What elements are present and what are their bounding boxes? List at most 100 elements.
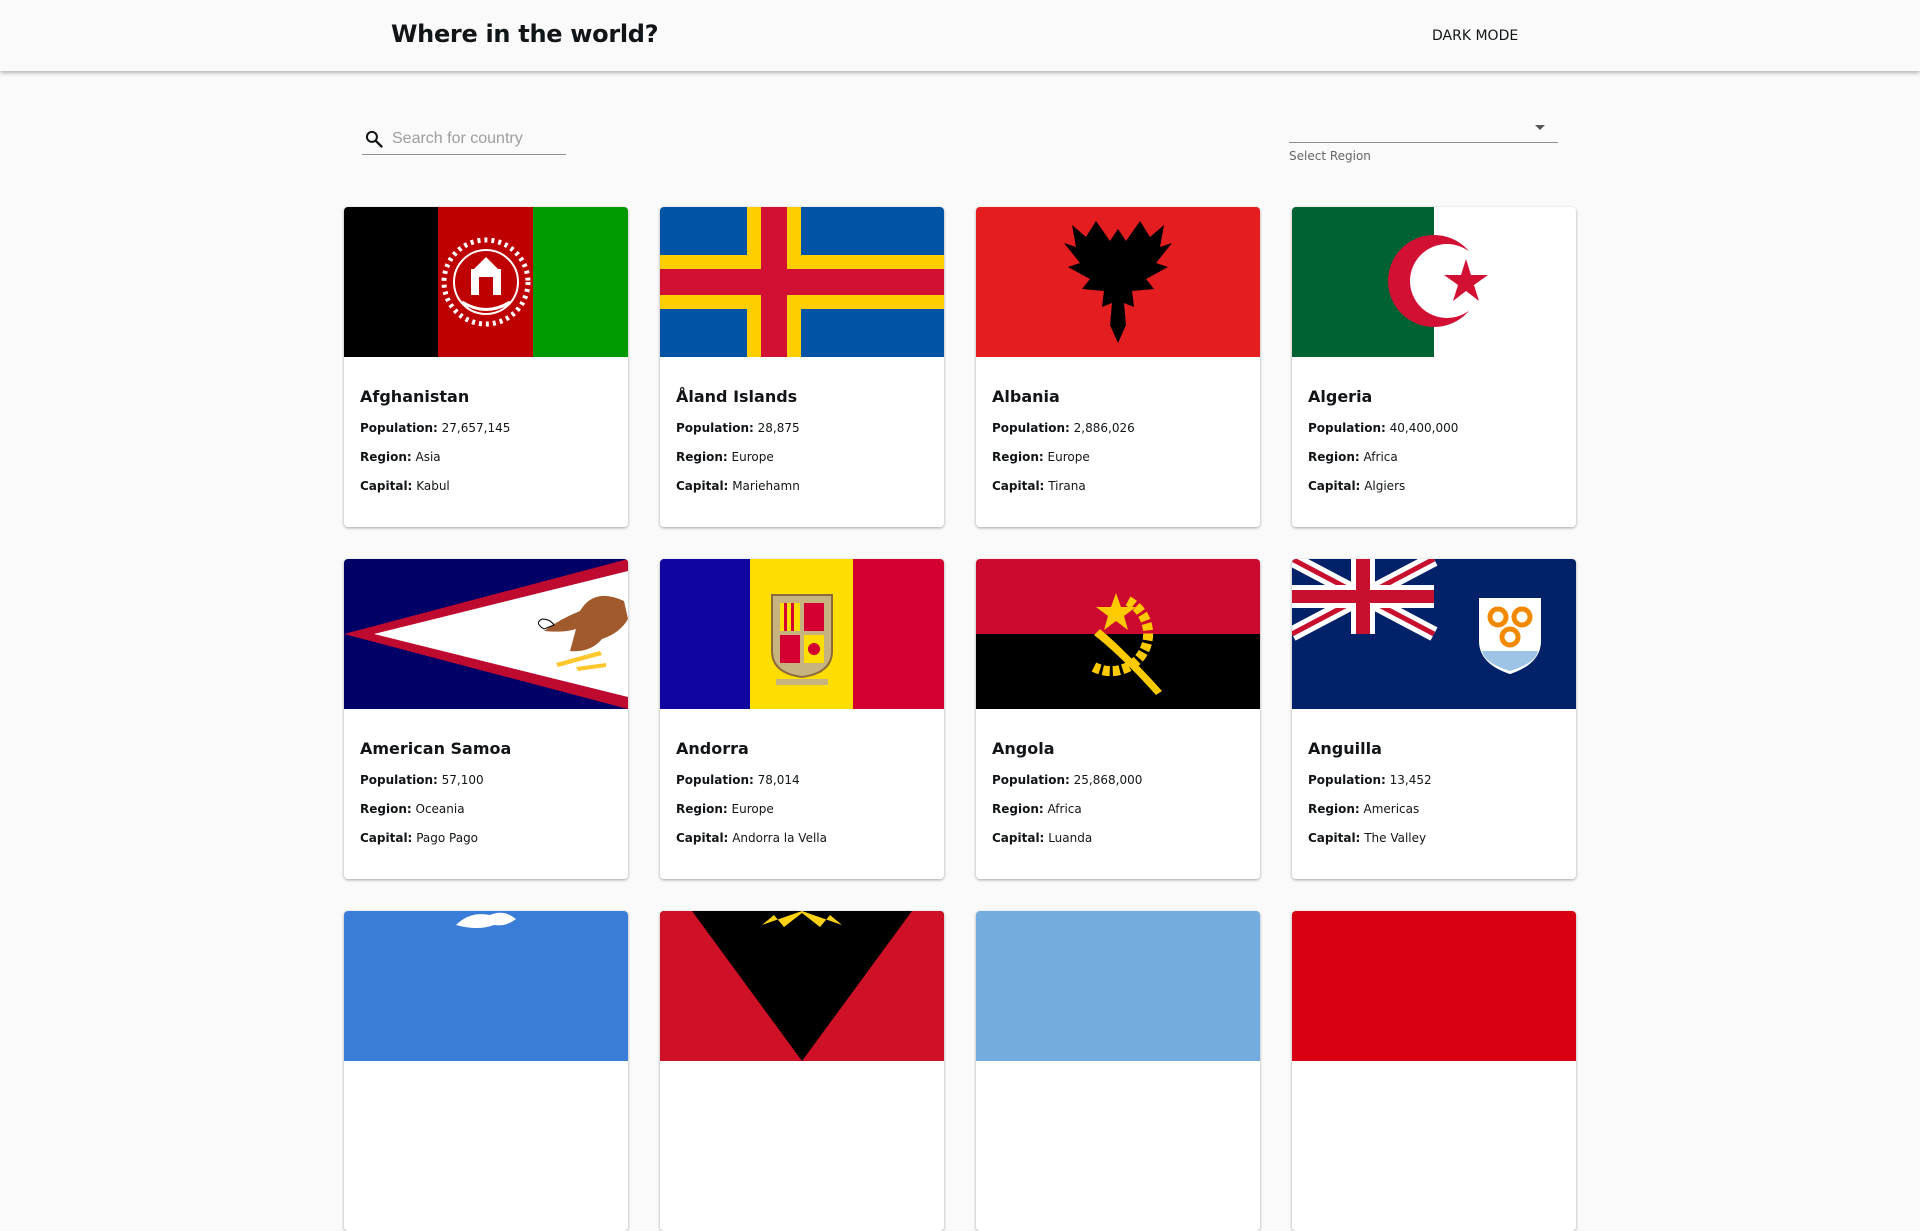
capital-label: Capital: — [676, 479, 729, 493]
flag-image — [660, 911, 944, 1061]
region-select[interactable] — [1289, 113, 1558, 143]
country-name: Andorra — [676, 739, 749, 758]
country-name: Algeria — [1308, 387, 1373, 406]
dark-mode-toggle[interactable]: DARK MODE — [1413, 25, 1518, 47]
search-icon — [365, 130, 383, 148]
country-card[interactable] — [976, 911, 1260, 1231]
country-card[interactable]: American Samoa Population: 57,100 Region… — [344, 559, 628, 879]
chevron-down-icon — [1535, 125, 1545, 130]
app-title: Where in the world? — [391, 20, 659, 48]
population-line: Population: 25,868,000 — [992, 773, 1244, 788]
region-line: Region: Europe — [992, 450, 1244, 465]
country-card[interactable] — [660, 911, 944, 1231]
capital-line: Capital: Algiers — [1308, 479, 1560, 494]
population-line: Population: 2,886,026 — [992, 421, 1244, 436]
region-value: Europe — [1047, 450, 1090, 464]
population-label: Population: — [992, 773, 1070, 787]
search-input[interactable] — [392, 130, 552, 148]
region-value: Europe — [731, 802, 774, 816]
dark-mode-label: DARK MODE — [1432, 28, 1519, 44]
population-value: 57,100 — [441, 773, 484, 787]
region-label: Region: — [992, 802, 1044, 816]
population-label: Population: — [1308, 421, 1386, 435]
population-label: Population: — [676, 773, 754, 787]
aland-flag — [660, 207, 944, 357]
region-label: Region: — [992, 450, 1044, 464]
population-label: Population: — [360, 421, 438, 435]
region-label: Region: — [676, 450, 728, 464]
capital-line: Capital: Kabul — [360, 479, 612, 494]
region-value: Africa — [1047, 802, 1082, 816]
albania-flag — [976, 207, 1260, 357]
region-label: Region: — [676, 802, 728, 816]
capital-value: Algiers — [1364, 479, 1406, 493]
country-name: Afghanistan — [360, 387, 470, 406]
country-card[interactable]: Algeria Population: 40,400,000 Region: A… — [1292, 207, 1576, 527]
region-label: Region: — [1308, 802, 1360, 816]
search-box — [362, 124, 566, 155]
capital-label: Capital: — [1308, 831, 1361, 845]
population-value: 28,875 — [757, 421, 800, 435]
capital-value: Kabul — [416, 479, 450, 493]
capital-label: Capital: — [992, 831, 1045, 845]
region-line: Region: Africa — [992, 802, 1244, 817]
capital-value: The Valley — [1364, 831, 1427, 845]
country-name: Albania — [992, 387, 1060, 406]
american-samoa-flag — [344, 559, 628, 709]
population-value: 2,886,026 — [1073, 421, 1135, 435]
population-label: Population: — [676, 421, 754, 435]
capital-value: Mariehamn — [732, 479, 800, 493]
angola-flag — [976, 559, 1260, 709]
population-label: Population: — [360, 773, 438, 787]
region-value: Americas — [1363, 802, 1420, 816]
country-card[interactable]: Åland Islands Population: 28,875 Region:… — [660, 207, 944, 527]
population-line: Population: 13,452 — [1308, 773, 1560, 788]
region-value: Asia — [415, 450, 441, 464]
country-card[interactable] — [344, 911, 628, 1231]
capital-line: Capital: Luanda — [992, 831, 1244, 846]
capital-value: Tirana — [1048, 479, 1086, 493]
capital-line: Capital: Tirana — [992, 479, 1244, 494]
capital-line: Capital: The Valley — [1308, 831, 1560, 846]
country-card[interactable]: Angola Population: 25,868,000 Region: Af… — [976, 559, 1260, 879]
region-line: Region: Americas — [1308, 802, 1560, 817]
afghanistan-flag — [344, 207, 628, 357]
population-value: 13,452 — [1389, 773, 1432, 787]
population-value: 25,868,000 — [1073, 773, 1143, 787]
country-card[interactable]: Anguilla Population: 13,452 Region: Amer… — [1292, 559, 1576, 879]
andorra-flag — [660, 559, 944, 709]
population-value: 40,400,000 — [1389, 421, 1459, 435]
capital-label: Capital: — [360, 479, 413, 493]
flag-image — [1292, 911, 1576, 1061]
population-line: Population: 27,657,145 — [360, 421, 612, 436]
capital-line: Capital: Andorra la Vella — [676, 831, 928, 846]
country-card[interactable]: Albania Population: 2,886,026 Region: Eu… — [976, 207, 1260, 527]
capital-label: Capital: — [992, 479, 1045, 493]
moon-icon — [1418, 27, 1427, 45]
region-value: Africa — [1363, 450, 1398, 464]
region-line: Region: Europe — [676, 450, 928, 465]
country-card[interactable]: Afghanistan Population: 27,657,145 Regio… — [344, 207, 628, 527]
region-label: Region: — [360, 450, 412, 464]
population-line: Population: 57,100 — [360, 773, 612, 788]
country-name: American Samoa — [360, 739, 512, 758]
region-line: Region: Africa — [1308, 450, 1560, 465]
country-name: Angola — [992, 739, 1055, 758]
country-card[interactable]: Andorra Population: 78,014 Region: Europ… — [660, 559, 944, 879]
capital-label: Capital: — [676, 831, 729, 845]
country-card[interactable] — [1292, 911, 1576, 1231]
population-line: Population: 28,875 — [676, 421, 928, 436]
region-label: Region: — [1308, 450, 1360, 464]
country-name: Anguilla — [1308, 739, 1382, 758]
capital-value: Pago Pago — [416, 831, 479, 845]
algeria-flag — [1292, 207, 1576, 357]
population-line: Population: 40,400,000 — [1308, 421, 1560, 436]
country-name: Åland Islands — [676, 387, 798, 406]
capital-line: Capital: Pago Pago — [360, 831, 612, 846]
population-value: 27,657,145 — [441, 421, 511, 435]
region-value: Europe — [731, 450, 774, 464]
capital-line: Capital: Mariehamn — [676, 479, 928, 494]
population-value: 78,014 — [757, 773, 800, 787]
app-header: Where in the world? DARK MODE — [0, 0, 1920, 71]
flag-image — [976, 911, 1260, 1061]
